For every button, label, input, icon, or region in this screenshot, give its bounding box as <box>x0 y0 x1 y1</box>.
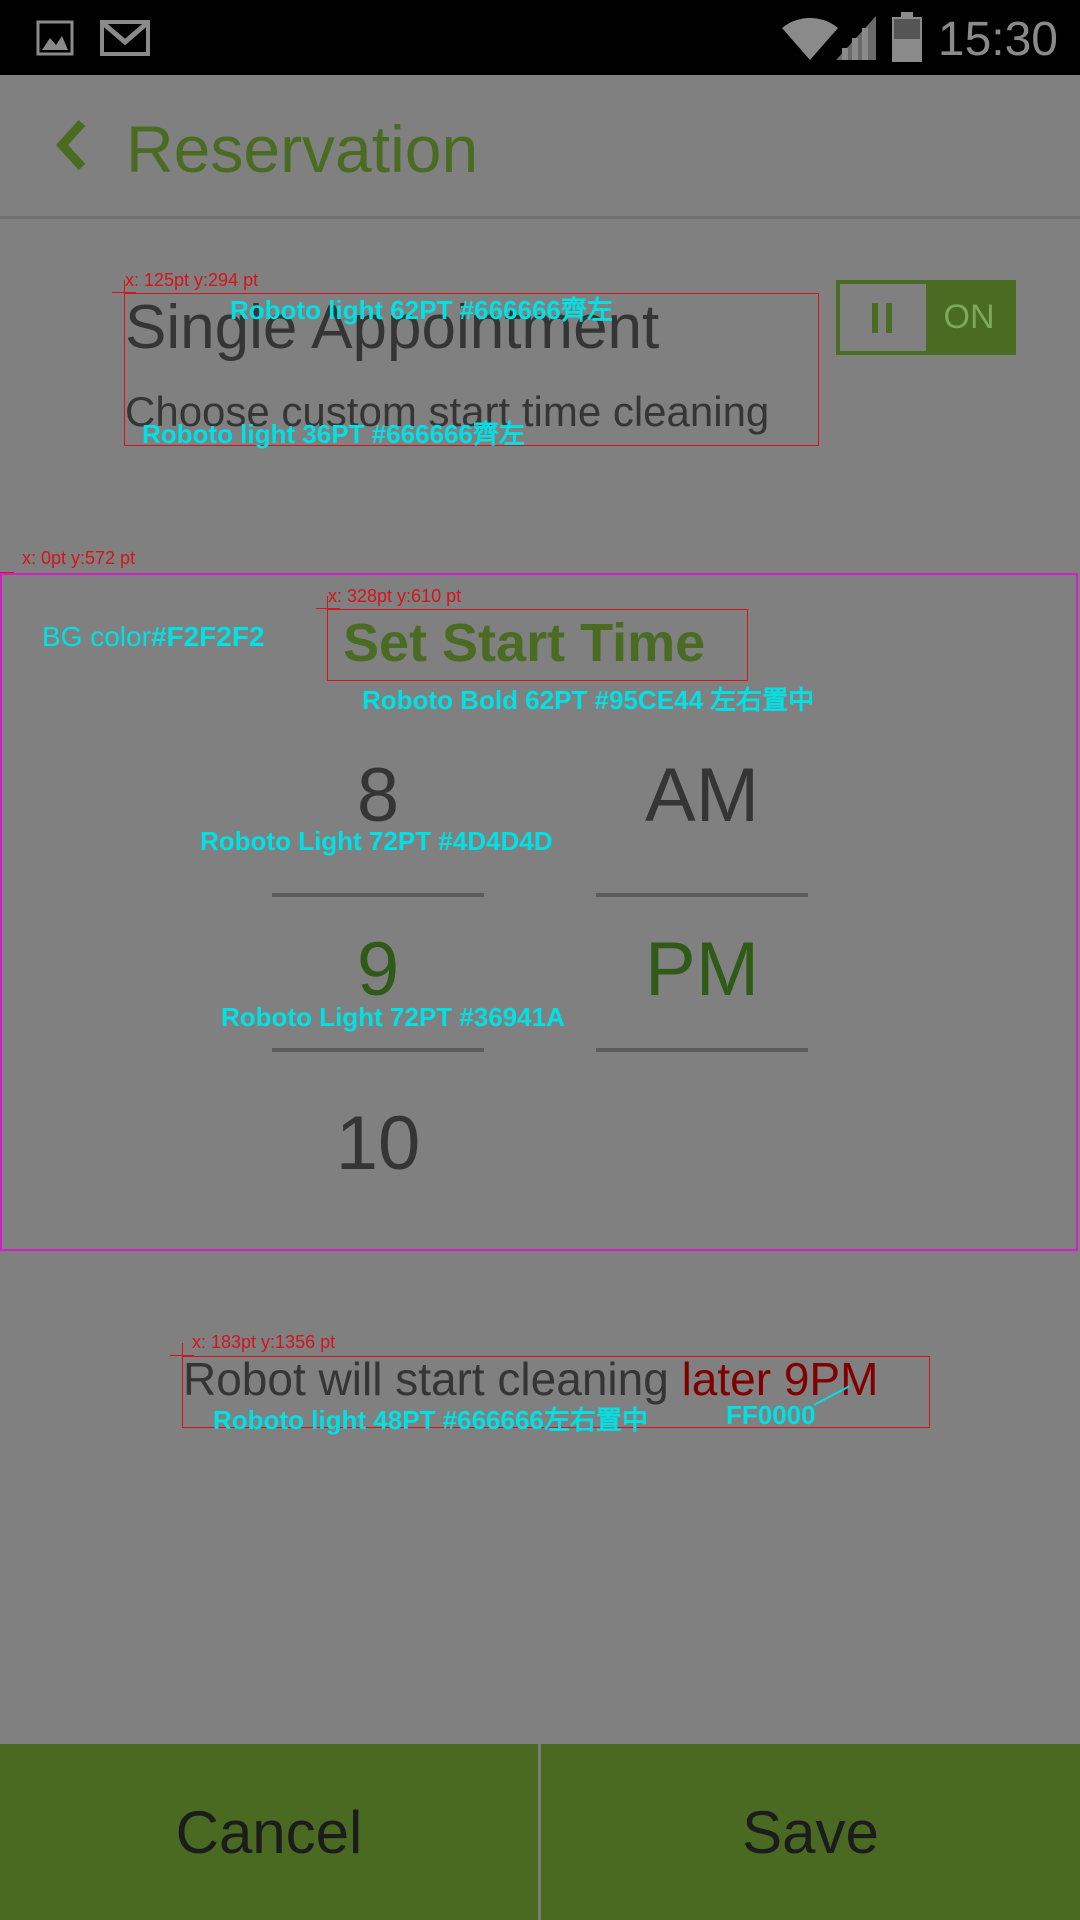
annotation-spec: Roboto light 62PT #666666齊左 <box>230 295 613 325</box>
annotation-spec: Roboto Light 72PT #4D4D4D <box>200 826 553 856</box>
chevron-left-icon[interactable] <box>52 117 92 173</box>
annotation-coord: x: 183pt y:1356 pt <box>192 1332 336 1352</box>
period-option[interactable]: AM <box>596 752 808 839</box>
battery-icon <box>892 12 922 62</box>
annotation-spec: Roboto Light 72PT #36941A <box>221 1002 565 1032</box>
status-message-highlight: later 9PM <box>681 1353 879 1405</box>
gmail-icon <box>100 20 150 56</box>
annotation-spec: Roboto light 48PT #666666左右置中 <box>213 1405 648 1435</box>
picker-heading: Set Start Time <box>343 613 706 673</box>
hour-selection-line-top <box>272 893 484 897</box>
annotation-coord: x: 328pt y:610 pt <box>328 586 462 606</box>
hour-option-selected[interactable]: 9 <box>272 926 484 1013</box>
status-bar: 15:30 <box>0 0 1080 75</box>
save-button[interactable]: Save <box>541 1744 1080 1920</box>
status-message-text: Robot will start cleaning <box>183 1353 682 1405</box>
annotation-coord: x: 125pt y:294 pt <box>125 270 259 290</box>
annotation-crosshair <box>316 608 340 609</box>
image-icon <box>36 20 74 56</box>
clock: 15:30 <box>937 13 1058 66</box>
annotation-spec: Roboto light 36PT #666666齊左 <box>142 419 525 449</box>
annotation-spec: FF0000 <box>726 1400 816 1430</box>
cancel-button[interactable]: Cancel <box>0 1744 538 1920</box>
period-option-selected[interactable]: PM <box>596 926 808 1013</box>
annotation-bg-color: BG color#F2F2F2 <box>42 621 265 652</box>
period-selection-line-top <box>596 893 808 897</box>
toggle-on-label: ON <box>926 284 1012 351</box>
header-divider <box>0 216 1080 219</box>
appointment-toggle[interactable]: ON <box>836 280 1016 355</box>
signal-icon <box>836 16 876 60</box>
period-selection-line-bottom <box>596 1048 808 1052</box>
annotation-crosshair <box>0 572 14 573</box>
annotation-spec: Roboto Bold 62PT #95CE44 左右置中 <box>362 685 815 715</box>
status-message: Robot will start cleaning later 9PM <box>183 1352 878 1406</box>
app-header: Reservation <box>0 75 1080 215</box>
page-title: Reservation <box>126 112 479 186</box>
hour-selection-line-bottom <box>272 1048 484 1052</box>
toggle-off-part <box>840 284 926 351</box>
footer-bar: Cancel Save <box>0 1744 1080 1920</box>
wifi-icon <box>782 17 838 60</box>
hour-option[interactable]: 10 <box>272 1100 484 1187</box>
annotation-coord: x: 0pt y:572 pt <box>22 548 136 568</box>
pause-icon <box>872 302 892 333</box>
